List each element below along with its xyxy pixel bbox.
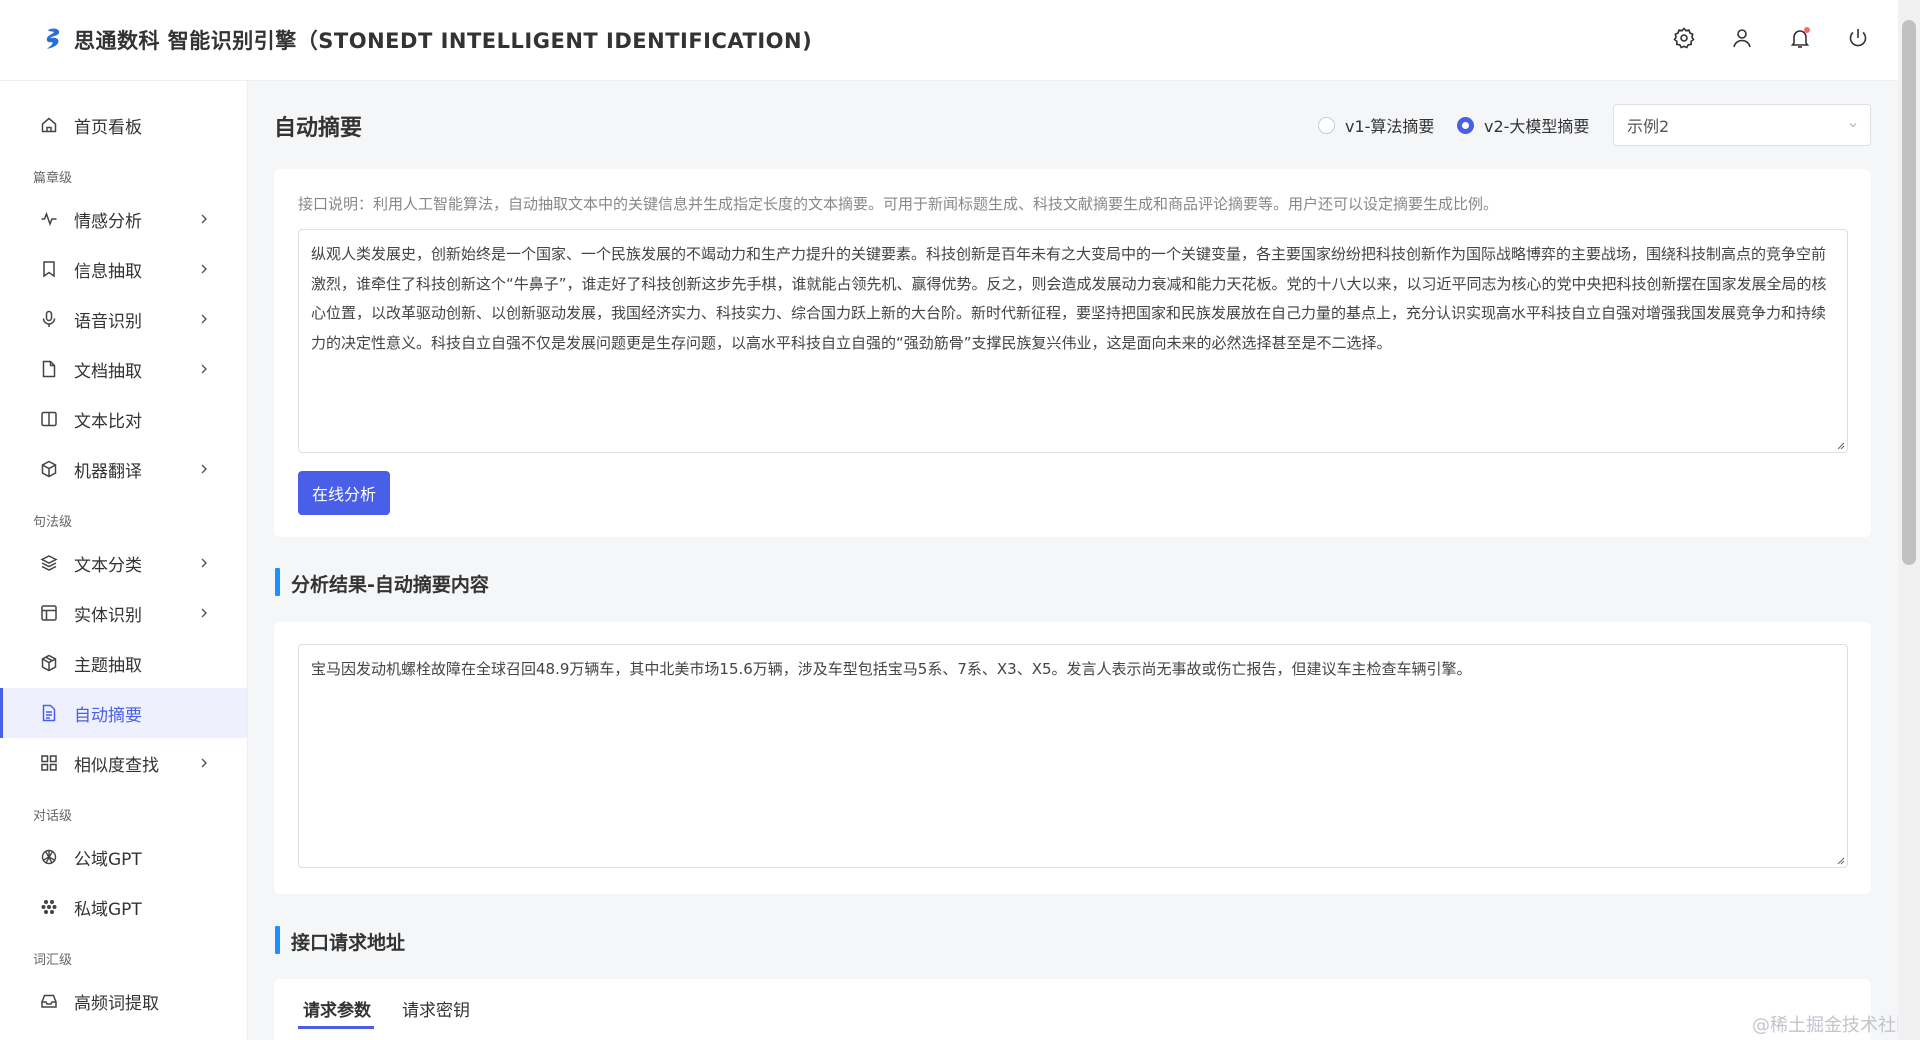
sidebar-item-sentiment[interactable]: 情感分析 — [0, 194, 247, 244]
sidebar-item-private-gpt[interactable]: 私域GPT — [0, 882, 247, 932]
input-text: 纵观人类发展史，创新始终是一个国家、一个民族发展的不竭动力和生产力提升的关键要素… — [311, 245, 1827, 352]
sidebar-item-speech[interactable]: 语音识别 — [0, 294, 247, 344]
tab-request-params[interactable]: 请求参数 — [303, 996, 371, 1021]
api-description: 接口说明：利用人工智能算法，自动抽取文本中的关键信息并生成指定长度的文本摘要。可… — [298, 195, 1499, 213]
sidebar-item-label: 文本分类 — [74, 555, 142, 576]
chevron-right-icon — [201, 314, 207, 324]
file-icon — [40, 360, 58, 378]
sidebar-item-keywords[interactable]: 高频词提取 — [0, 976, 247, 1026]
home-icon — [40, 116, 58, 134]
notification-dot — [1804, 27, 1810, 33]
grid-icon — [40, 754, 58, 772]
chevron-right-icon — [201, 608, 207, 618]
sidebar-item-label: 语音识别 — [74, 311, 142, 332]
sidebar-item-translate[interactable]: 机器翻译 — [0, 444, 247, 494]
sidebar-item-label: 信息抽取 — [74, 261, 142, 282]
sidebar-item-label: 文档抽取 — [74, 361, 142, 382]
input-textarea[interactable]: 纵观人类发展史，创新始终是一个国家、一个民族发展的不竭动力和生产力提升的关键要素… — [298, 229, 1848, 453]
microphone-icon — [40, 310, 58, 328]
power-icon[interactable] — [1846, 26, 1870, 50]
radio-v2-llm[interactable]: v2-大模型摘要 — [1457, 113, 1589, 137]
chevron-down-icon — [1849, 123, 1857, 128]
inbox-icon — [40, 992, 58, 1010]
sidebar-item-label: 首页看板 — [74, 117, 142, 138]
section-accent-bar — [275, 568, 280, 596]
sidebar-item-label: 自动摘要 — [74, 705, 142, 726]
result-section-title: 分析结果-自动摘要内容 — [291, 574, 489, 596]
radio-v1-algorithm[interactable]: v1-算法摘要 — [1318, 113, 1434, 137]
openai-icon — [40, 848, 58, 866]
resize-grip-icon[interactable] — [1835, 855, 1845, 865]
sidebar-item-label: 私域GPT — [74, 899, 142, 920]
package-icon — [40, 654, 58, 672]
group-label-sentence: 句法级 — [33, 515, 73, 530]
columns-icon — [40, 410, 58, 428]
sidebar-item-label: 情感分析 — [74, 211, 142, 232]
sidebar-item-classify[interactable]: 文本分类 — [0, 538, 247, 588]
sidebar-item-public-gpt[interactable]: 公域GPT — [0, 832, 247, 882]
chevron-right-icon — [201, 214, 207, 224]
bookmark-icon — [40, 260, 58, 278]
sidebar-item-text-compare[interactable]: 文本比对 — [0, 394, 247, 444]
layout-icon — [40, 604, 58, 622]
group-label-article: 篇章级 — [33, 171, 73, 186]
chevron-right-icon — [201, 264, 207, 274]
api-card — [274, 979, 1871, 1040]
watermark: @稀土掘金技术社区 — [1752, 1015, 1914, 1036]
sidebar-item-label: 主题抽取 — [74, 655, 142, 676]
chevron-right-icon — [201, 558, 207, 568]
chevron-right-icon — [201, 464, 207, 474]
tab-request-key[interactable]: 请求密钥 — [402, 996, 470, 1021]
result-textarea[interactable]: 宝马因发动机螺栓故障在全球召回48.9万辆车，其中北美市场15.6万辆，涉及车型… — [298, 644, 1848, 868]
sidebar-item-label: 公域GPT — [74, 849, 142, 870]
result-text: 宝马因发动机螺栓故障在全球召回48.9万辆车，其中北美市场15.6万辆，涉及车型… — [311, 660, 1472, 678]
api-section-title: 接口请求地址 — [291, 932, 406, 954]
group-label-dialog: 对话级 — [33, 809, 73, 824]
bell-icon[interactable] — [1788, 26, 1812, 50]
radio-label: v2-大模型摘要 — [1484, 117, 1590, 136]
radio-label: v1-算法摘要 — [1345, 117, 1435, 136]
section-accent-bar — [275, 926, 280, 954]
sidebar-item-doc-extract[interactable]: 文档抽取 — [0, 344, 247, 394]
settings-icon[interactable] — [1672, 26, 1696, 50]
user-icon[interactable] — [1730, 26, 1754, 50]
sidebar-item-similarity[interactable]: 相似度查找 — [0, 738, 247, 788]
activity-icon — [40, 210, 58, 228]
radio-button-checked[interactable] — [1457, 116, 1474, 134]
group-label-vocab: 词汇级 — [33, 953, 73, 968]
analyze-button[interactable]: 在线分析 — [298, 471, 390, 515]
sidebar-item-topic[interactable]: 主题抽取 — [0, 638, 247, 688]
cube-icon — [40, 460, 58, 478]
sidebar-item-label: 实体识别 — [74, 605, 142, 626]
page-title: 自动摘要 — [274, 116, 363, 141]
resize-grip-icon[interactable] — [1835, 440, 1845, 450]
sidebar-item-label: 高频词提取 — [74, 993, 159, 1014]
scrollbar-thumb[interactable] — [1902, 20, 1916, 565]
cluster-icon — [40, 898, 58, 916]
top-header: 思通数科 智能识别引擎（STONEDT INTELLIGENT IDENTIFI… — [0, 0, 1898, 81]
app-title: 思通数科 智能识别引擎（STONEDT INTELLIGENT IDENTIFI… — [74, 29, 813, 53]
radio-button[interactable] — [1318, 116, 1335, 134]
example-select-value: 示例2 — [1627, 117, 1670, 136]
sidebar-item-info-extract[interactable]: 信息抽取 — [0, 244, 247, 294]
chevron-right-icon — [201, 758, 207, 768]
chevron-right-icon — [201, 364, 207, 374]
sidebar-item-label: 相似度查找 — [74, 755, 159, 776]
document-icon — [40, 704, 58, 722]
sidebar: 首页看板 篇章级 情感分析 信息抽取 语音识别 文档抽取 文本比对 机器翻译 句… — [0, 81, 248, 1040]
example-select[interactable]: 示例2 — [1613, 104, 1871, 146]
sidebar-item-summary[interactable]: 自动摘要 — [0, 688, 247, 738]
tab-active-indicator — [298, 1026, 374, 1029]
sidebar-item-label: 文本比对 — [74, 411, 142, 432]
sidebar-item-home[interactable]: 首页看板 — [0, 100, 247, 150]
sidebar-item-label: 机器翻译 — [74, 461, 142, 482]
layers-icon — [40, 554, 58, 572]
sidebar-item-entity[interactable]: 实体识别 — [0, 588, 247, 638]
logo-icon — [46, 28, 60, 49]
